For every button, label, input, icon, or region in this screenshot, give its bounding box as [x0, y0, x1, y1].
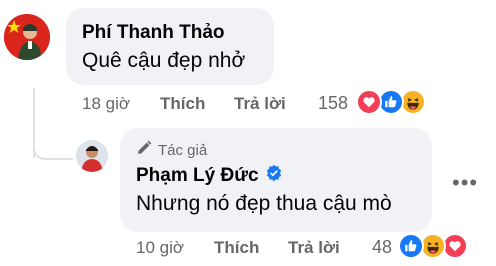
comment-text: Quê cậu đẹp nhở [82, 49, 246, 72]
reaction-count[interactable]: 158 [318, 93, 348, 114]
thread-connector [33, 132, 73, 160]
reply-author: Phạm Lý Đức [136, 164, 283, 188]
reply-reaction-count[interactable]: 48 [372, 237, 392, 258]
reply-timestamp[interactable]: 10 giờ [136, 238, 184, 258]
comment-author-name[interactable]: Phí Thanh Thảo [82, 22, 225, 44]
author-badge-label: Tác giả [158, 141, 208, 159]
reply-author-name[interactable]: Phạm Lý Đức [136, 165, 259, 187]
reply-avatar[interactable] [76, 140, 108, 172]
reply-text: Nhưng nó đẹp thua cậu mò [136, 192, 392, 215]
like-button[interactable]: Thích [160, 94, 205, 114]
reply-bubble: Tác giả Phạm Lý Đức Nhưng nó đẹp thua cậ… [120, 128, 432, 232]
love-icon[interactable] [356, 89, 382, 115]
avatar[interactable] [4, 14, 50, 60]
author-badge: Tác giả [136, 140, 207, 160]
more-options-icon[interactable]: ••• [452, 170, 478, 196]
reply-button[interactable]: Trả lời [234, 94, 286, 114]
pen-icon [136, 140, 152, 160]
comment-bubble: Phí Thanh Thảo Quê cậu đẹp nhở [66, 8, 274, 85]
verified-badge-icon [265, 164, 283, 188]
like-icon[interactable] [398, 233, 424, 259]
reply-reply-button[interactable]: Trả lời [288, 238, 340, 258]
reply-like-button[interactable]: Thích [214, 238, 259, 258]
comment-timestamp[interactable]: 18 giờ [82, 94, 130, 114]
